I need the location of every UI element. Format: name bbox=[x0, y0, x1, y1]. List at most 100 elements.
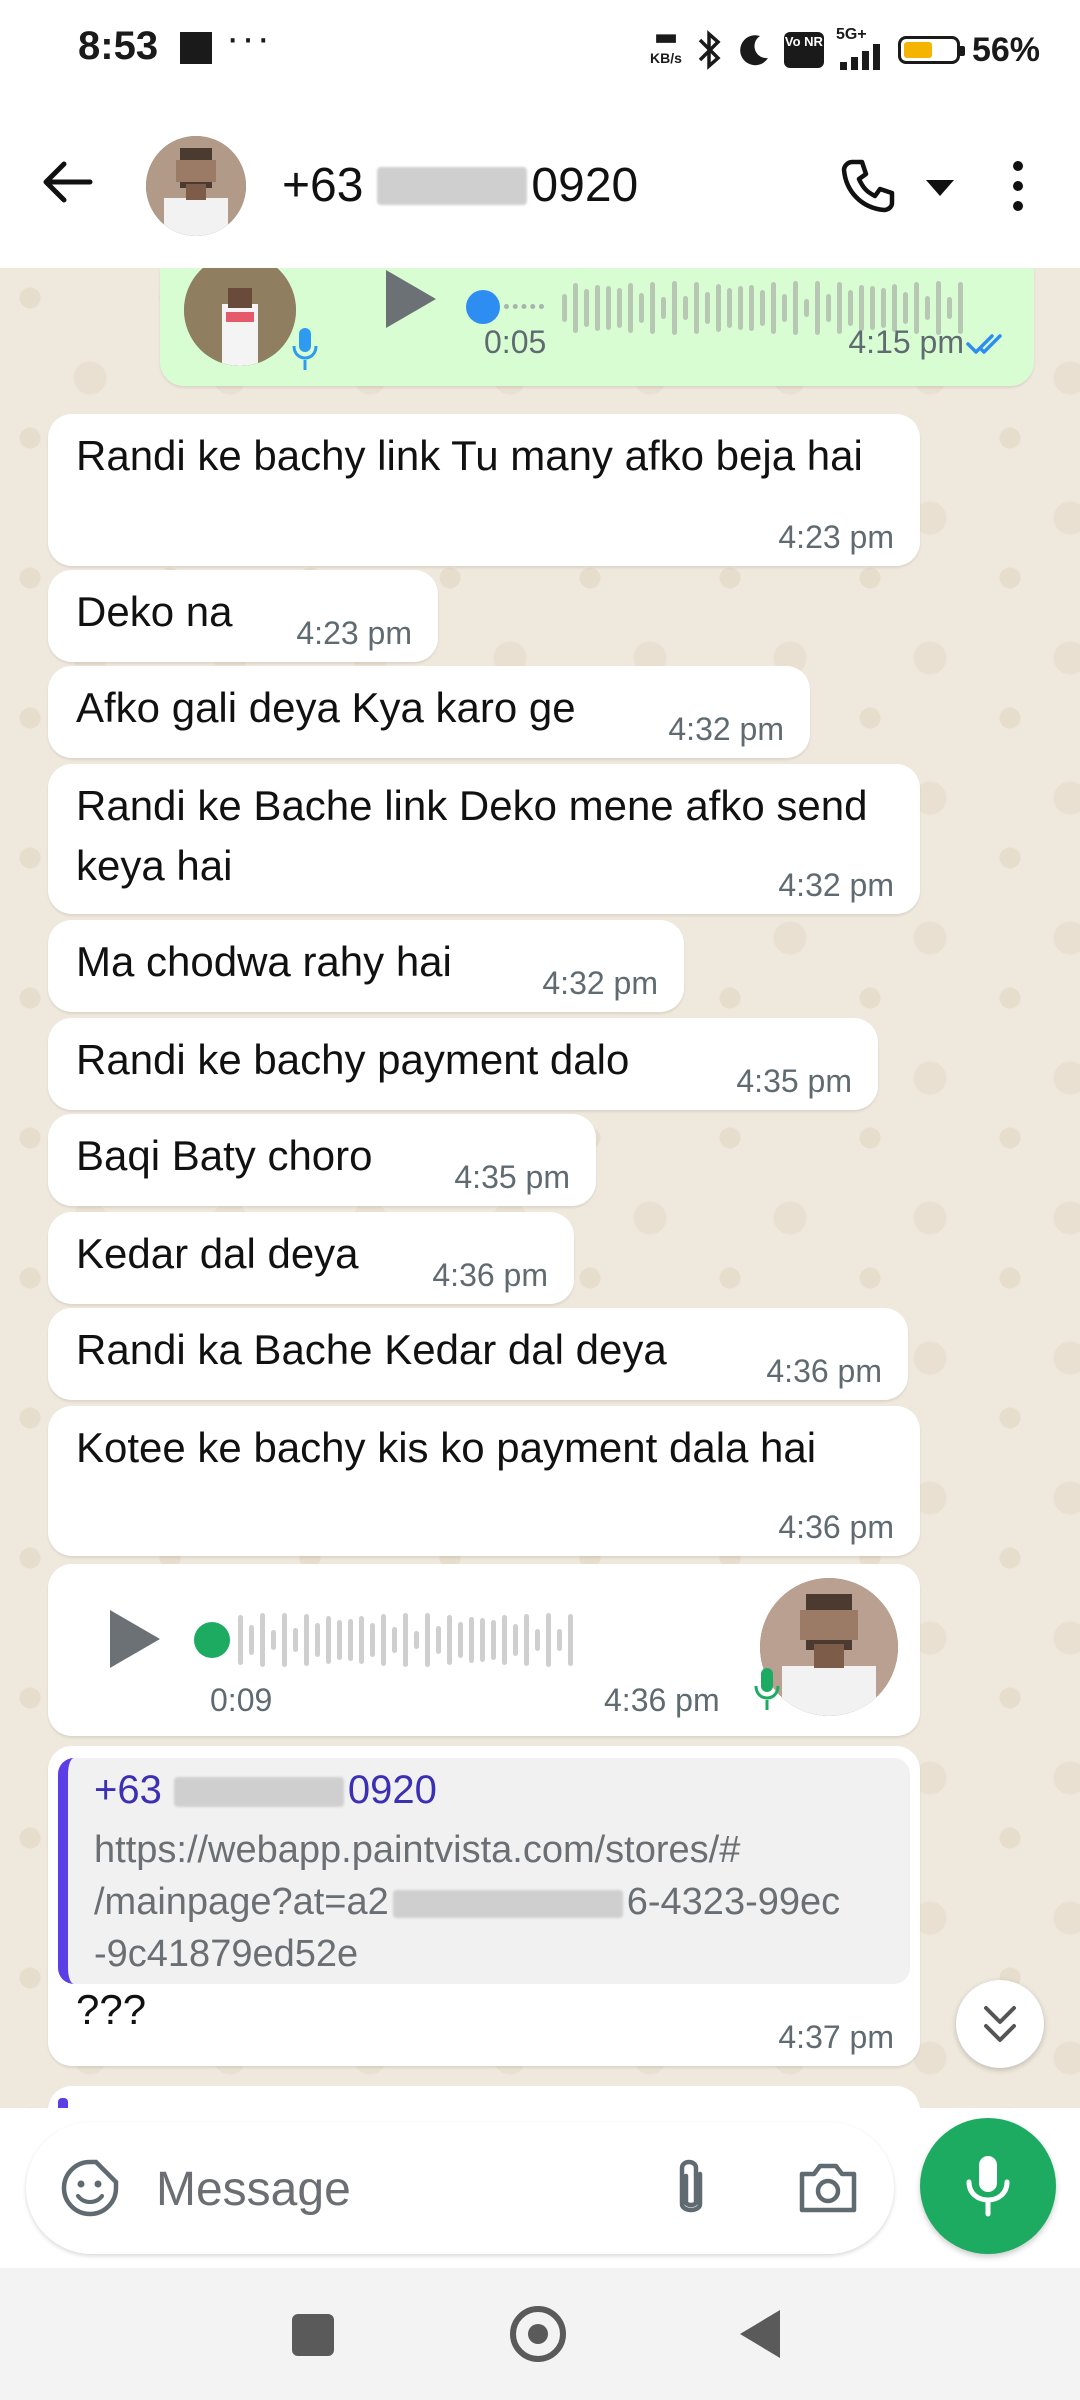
waveform-bar bbox=[458, 1621, 463, 1659]
waveform-bar bbox=[606, 285, 611, 331]
message-bubble[interactable]: Deko na 4:23 pm bbox=[48, 570, 438, 662]
attach-icon[interactable] bbox=[666, 2156, 716, 2220]
message-bubble[interactable]: Randi ke bachy payment dalo 4:35 pm bbox=[48, 1018, 878, 1110]
waveform-bar bbox=[469, 1616, 474, 1664]
camera-icon[interactable] bbox=[796, 2160, 860, 2216]
waveform-bar bbox=[403, 1613, 408, 1667]
call-options-icon[interactable] bbox=[926, 180, 954, 196]
playback-dot[interactable] bbox=[194, 1622, 230, 1658]
playback-dot[interactable] bbox=[466, 290, 500, 324]
message-text: Randi ke Bache link Deko mene afko send … bbox=[76, 782, 868, 889]
recents-button[interactable] bbox=[292, 2314, 334, 2356]
back-arrow-icon[interactable] bbox=[38, 152, 98, 212]
message-bubble[interactable]: Randi ke Bache link Deko mene afko send … bbox=[48, 764, 920, 914]
waveform-bar bbox=[238, 1614, 243, 1666]
chat-area[interactable]: 0:05 4:15 pm Randi ke bachy link Tu many… bbox=[0, 268, 1080, 2108]
message-bubble[interactable]: Kotee ke bachy kis ko payment dala hai 4… bbox=[48, 1406, 920, 1556]
waveform-bar bbox=[568, 1613, 573, 1667]
double-check-icon bbox=[966, 334, 1002, 354]
signal-icon: 5G+ bbox=[836, 26, 886, 70]
message-text: Randi ke bachy link Tu many afko beja ha… bbox=[76, 432, 863, 479]
message-bubble[interactable]: Ma chodwa rahy hai 4:32 pm bbox=[48, 920, 684, 1012]
waveform-bar bbox=[359, 1616, 364, 1664]
message-time: 4:37 pm bbox=[778, 2019, 894, 2055]
waveform-bar bbox=[705, 291, 710, 325]
waveform-bar bbox=[903, 291, 908, 325]
chat-header: +63 0920 bbox=[0, 100, 1080, 268]
waveform-bar bbox=[760, 290, 765, 326]
waveform-bar bbox=[683, 296, 688, 320]
message-bubble[interactable]: Randi ke bachy link Tu many afko beja ha… bbox=[48, 414, 920, 566]
waveform-bar bbox=[293, 1627, 298, 1653]
message-time: 4:35 pm bbox=[736, 1063, 852, 1099]
waveform-bar bbox=[535, 1628, 540, 1652]
waveform-bar bbox=[617, 288, 622, 328]
contact-suffix: 0920 bbox=[531, 159, 639, 212]
mic-icon bbox=[754, 1668, 780, 1710]
waveform-bar bbox=[480, 1618, 485, 1662]
waveform-bar bbox=[513, 1624, 518, 1656]
phone-icon[interactable] bbox=[838, 156, 898, 216]
waveform-bar bbox=[826, 294, 831, 322]
message-time: 4:36 pm bbox=[432, 1257, 548, 1293]
message-bubble[interactable]: Randi ka Bache Kedar dal deya 4:36 pm bbox=[48, 1308, 908, 1400]
mic-icon bbox=[292, 328, 318, 370]
emoji-icon[interactable] bbox=[60, 2158, 120, 2218]
message-input[interactable]: Message bbox=[156, 2162, 351, 2217]
message-text: Randi ke bachy payment dalo bbox=[76, 1036, 630, 1083]
waveform-bar bbox=[837, 282, 842, 334]
data-speed-icon: ▀▀ KB/s bbox=[650, 34, 682, 66]
quoted-message[interactable]: +63 0920 https://webapp.paintvista.com/st… bbox=[58, 1758, 910, 1984]
waveform-bar bbox=[584, 289, 589, 327]
message-time: 4:32 pm bbox=[542, 965, 658, 1001]
message-text: Kotee ke bachy kis ko payment dala hai bbox=[76, 1424, 817, 1471]
waveform-bar bbox=[727, 287, 732, 329]
message-text: Afko gali deya Kya karo ge bbox=[76, 684, 576, 731]
contact-name[interactable]: +63 0920 bbox=[282, 158, 638, 213]
voice-duration: 0:05 bbox=[484, 324, 547, 360]
play-icon[interactable] bbox=[106, 1608, 162, 1670]
waveform-bar bbox=[771, 282, 776, 334]
waveform-bar bbox=[557, 1628, 562, 1652]
message-time: 4:35 pm bbox=[454, 1159, 570, 1195]
quote-bar bbox=[58, 2098, 68, 2108]
status-time: 8:53 bbox=[78, 24, 159, 68]
system-nav-bar bbox=[0, 2268, 1080, 2400]
status-bar: 8:53 ··· ▀▀ KB/s Vo NR 5G+ 56% bbox=[0, 0, 1080, 100]
scroll-to-bottom-button[interactable] bbox=[956, 1980, 1044, 2068]
battery-icon bbox=[897, 36, 965, 64]
more-notifications-icon: ··· bbox=[226, 16, 272, 60]
network-type: 5G+ bbox=[835, 26, 867, 43]
waveform-bar bbox=[326, 1615, 331, 1665]
waveform-bar bbox=[414, 1630, 419, 1650]
waveform-bar bbox=[271, 1629, 276, 1651]
waveform-bar bbox=[716, 283, 721, 333]
waveform-bar bbox=[947, 297, 952, 319]
back-button[interactable] bbox=[740, 2310, 780, 2358]
voice-message-received[interactable]: 0:09 4:36 pm bbox=[48, 1564, 920, 1736]
home-button[interactable] bbox=[510, 2306, 566, 2362]
waveform-bar bbox=[639, 292, 644, 324]
playback-track bbox=[504, 304, 544, 309]
voice-message-sent[interactable]: 0:05 4:15 pm bbox=[160, 268, 1034, 386]
voice-record-button[interactable] bbox=[920, 2118, 1056, 2254]
message-time: 4:36 pm bbox=[766, 1353, 882, 1389]
message-bubble[interactable] bbox=[48, 2086, 920, 2108]
moon-icon bbox=[740, 35, 768, 66]
message-bubble[interactable]: Afko gali deya Kya karo ge 4:32 pm bbox=[48, 666, 810, 758]
reply-message[interactable]: +63 0920 https://webapp.paintvista.com/st… bbox=[48, 1746, 920, 2066]
waveform-bar bbox=[392, 1626, 397, 1654]
message-time: 4:23 pm bbox=[778, 519, 894, 555]
waveform-bar bbox=[381, 1614, 386, 1666]
message-bubble[interactable]: Baqi Baty choro 4:35 pm bbox=[48, 1114, 596, 1206]
waveform-bar bbox=[793, 281, 798, 335]
volte-icon: Vo NR bbox=[783, 32, 824, 68]
message-bubble[interactable]: Kedar dal deya 4:36 pm bbox=[48, 1212, 574, 1304]
play-icon[interactable] bbox=[382, 268, 438, 330]
more-vert-icon[interactable] bbox=[1000, 156, 1036, 216]
message-text: Randi ka Bache Kedar dal deya bbox=[76, 1326, 667, 1373]
waveform-bar bbox=[925, 296, 930, 320]
quoted-link: https://webapp.paintvista.com/stores/# /… bbox=[94, 1829, 841, 1975]
contact-avatar[interactable] bbox=[146, 136, 246, 236]
waveform-bar bbox=[661, 297, 666, 319]
